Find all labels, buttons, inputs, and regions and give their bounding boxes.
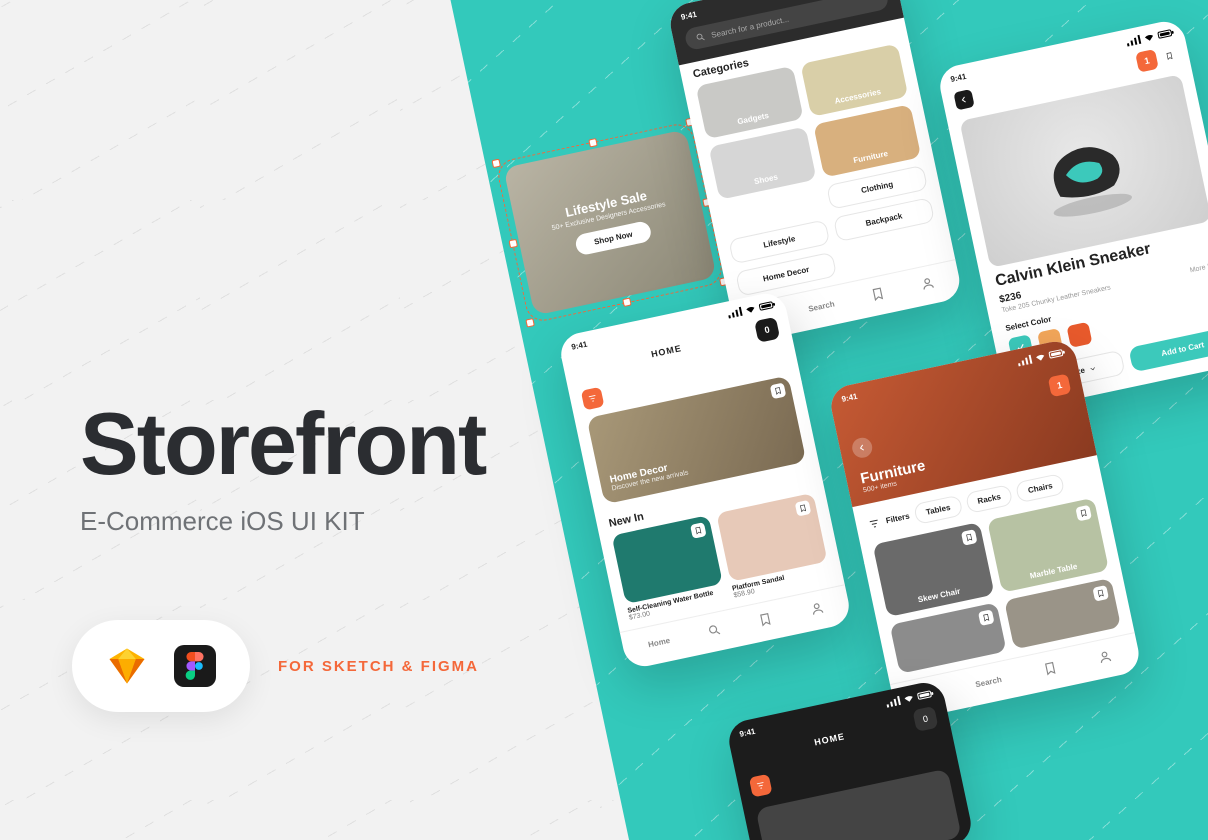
hero-block: Storefront E-Commerce iOS UI KIT: [80, 400, 485, 537]
tab-search[interactable]: Search: [974, 674, 1002, 688]
product-card[interactable]: Platform Sandal $58.90: [716, 493, 831, 600]
tab-bookmark[interactable]: [1041, 660, 1058, 677]
back-button[interactable]: [953, 89, 974, 110]
sketch-icon: [106, 645, 148, 687]
tab-bookmark[interactable]: [757, 611, 774, 628]
hero-subtitle: E-Commerce iOS UI KIT: [80, 506, 485, 537]
bookmark-icon[interactable]: [795, 500, 812, 517]
hero-title: Storefront: [80, 400, 485, 488]
tab-search[interactable]: [706, 622, 723, 639]
shop-now-button[interactable]: Shop Now: [574, 220, 652, 256]
tab-profile[interactable]: [809, 600, 826, 617]
bookmark-icon[interactable]: [770, 383, 787, 400]
for-sketch-figma-label: FOR SKETCH & FIGMA: [278, 658, 479, 675]
tool-badge-row: FOR SKETCH & FIGMA: [72, 620, 479, 712]
tab-search[interactable]: Search: [807, 299, 835, 313]
status-time: 9:41: [680, 10, 698, 22]
filter-button[interactable]: [749, 774, 773, 798]
tool-pill: [72, 620, 250, 712]
filter-chairs[interactable]: Chairs: [1015, 473, 1065, 503]
product-card[interactable]: Self-Cleaning Water Bottle $73.00: [612, 515, 727, 622]
status-time: 9:41: [950, 72, 968, 84]
category-furniture[interactable]: Furniture: [813, 104, 921, 177]
filter-tables[interactable]: Tables: [913, 495, 963, 525]
tab-profile[interactable]: [1097, 649, 1114, 666]
filter-button[interactable]: [581, 387, 605, 411]
screen-title: HOME: [813, 731, 845, 747]
filter-icon[interactable]: [867, 516, 881, 530]
tab-home[interactable]: Home: [647, 635, 671, 648]
figma-icon: [174, 645, 216, 687]
search-placeholder[interactable]: Search for a product...: [710, 14, 789, 39]
search-icon: [695, 31, 707, 43]
bookmark-button[interactable]: [1161, 48, 1178, 65]
bookmark-icon[interactable]: [690, 522, 707, 539]
tab-bookmark[interactable]: [869, 286, 886, 303]
cart-badge[interactable]: 0: [912, 706, 938, 732]
filter-racks[interactable]: Racks: [965, 484, 1014, 514]
screen-title: HOME: [650, 343, 682, 359]
cart-badge[interactable]: 0: [754, 317, 780, 343]
category-shoes[interactable]: Shoes: [709, 126, 817, 199]
tab-profile[interactable]: [920, 275, 937, 292]
cart-badge[interactable]: 1: [1048, 373, 1072, 397]
filters-label[interactable]: Filters: [885, 512, 910, 526]
back-button[interactable]: [850, 436, 874, 460]
cart-badge[interactable]: 1: [1135, 49, 1159, 73]
